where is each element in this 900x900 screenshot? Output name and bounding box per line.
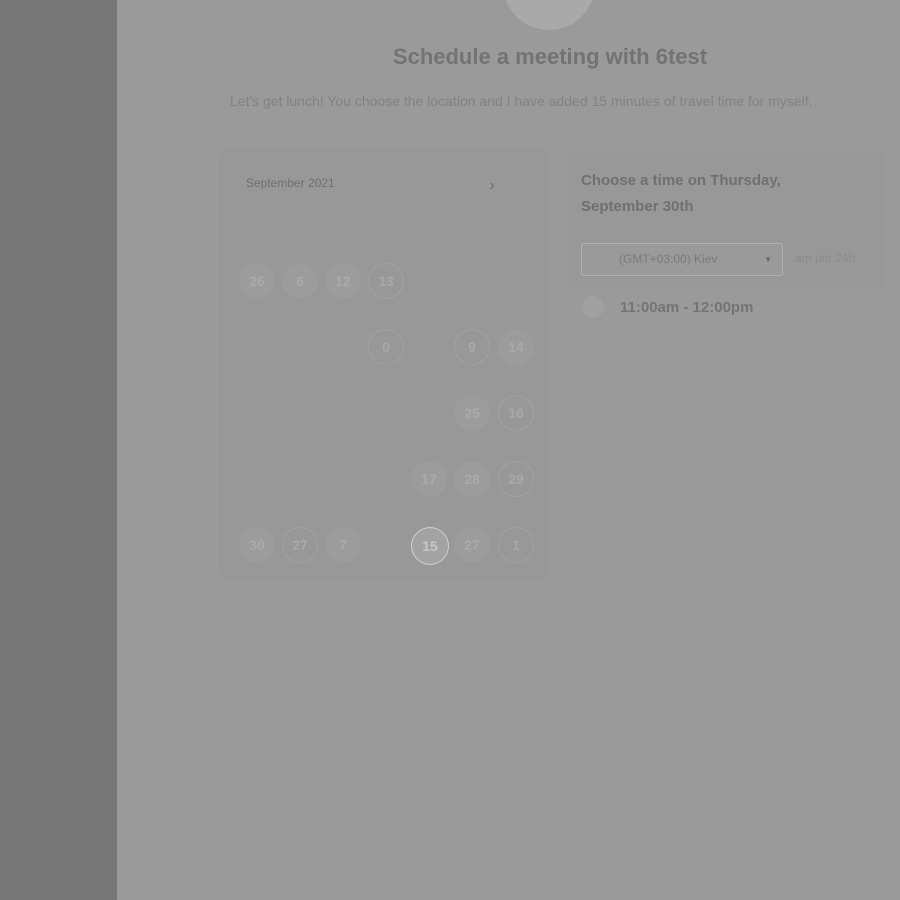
meeting-description: Let's get lunch! You choose the location… [230,93,813,109]
page-title: Schedule a meeting with 6test [392,44,708,69]
calendar-day: 17 [411,461,447,497]
calendar-day[interactable]: 0 [368,329,404,365]
chevron-down-icon: ▼ [764,255,772,264]
calendar: September 2021 › 26 6 12 13 0 9 14 25 16… [222,150,544,578]
calendar-day[interactable]: 1 [498,527,534,563]
calendar-day: 26 [239,263,275,299]
calendar-day: 27 [454,527,490,563]
calendar-day: 14 [498,329,534,365]
calendar-day: 25 [454,395,490,431]
calendar-day[interactable]: 16 [498,395,534,431]
time-slot-label: 11:00am - 12:00pm [620,299,754,316]
calendar-day[interactable]: 9 [454,329,490,365]
calendar-day[interactable]: 13 [368,263,404,299]
calendar-day: 6 [282,263,318,299]
calendar-day: 12 [325,263,361,299]
timezone-select[interactable]: (GMT+03:00) Kiev ▼ [581,243,783,276]
month-label: September 2021 [246,176,335,190]
time-slot[interactable]: 11:00am - 12:00pm [582,294,842,322]
time-selection-panel: Choose a time on Thursday, September 30t… [566,150,884,290]
calendar-day[interactable]: 27 [282,527,318,563]
calendar-day[interactable]: 29 [498,461,534,497]
calendar-day: 7 [325,527,361,563]
sidebar [0,0,117,900]
calendar-day: 30 [239,527,275,563]
time-format-toggle[interactable]: am pm 24h [795,251,855,265]
chevron-right-icon[interactable]: › [484,176,500,196]
weekday-row [236,222,536,236]
calendar-day: 28 [454,461,490,497]
times-heading: Choose a time on Thursday, September 30t… [581,172,781,215]
radio-icon[interactable] [582,296,604,318]
timezone-value: (GMT+03:00) Kiev [619,252,718,266]
calendar-day-selected[interactable]: 15 [411,527,449,565]
